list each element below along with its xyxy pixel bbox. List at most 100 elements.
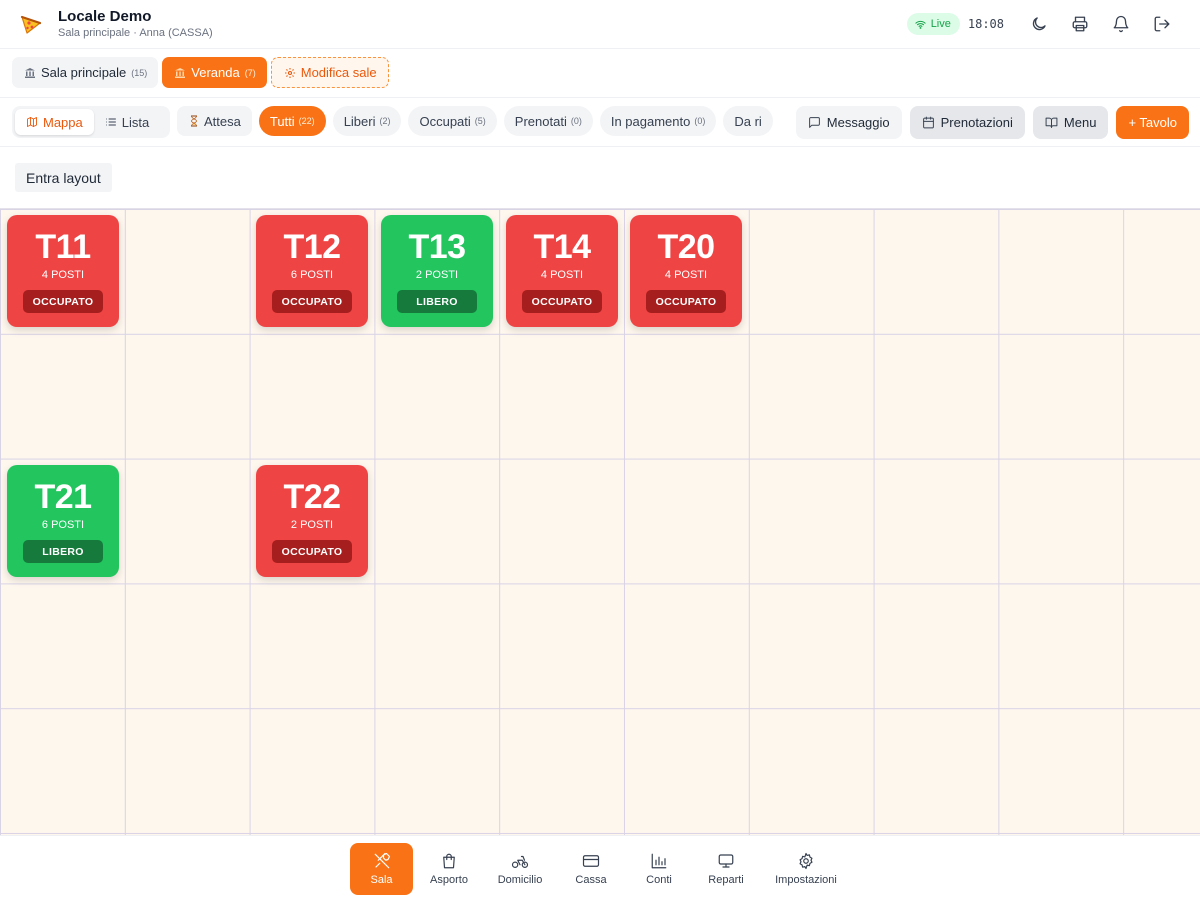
wifi-icon (915, 20, 926, 29)
list-view-button[interactable]: Lista (94, 109, 160, 135)
table-seats: 2 POSTI (290, 519, 334, 531)
filter-label: Occupati (419, 113, 471, 129)
add-table-button[interactable]: + Tavolo (1116, 106, 1189, 139)
live-label: Live (930, 18, 951, 30)
room-tab-veranda[interactable]: Veranda (7) (162, 57, 267, 88)
table-seats: 4 POSTI (664, 269, 708, 281)
nav-item-asporto[interactable]: Asporto (420, 843, 478, 895)
bottom-nav: Sala Asporto Domicilio Cassa Conti Repar… (0, 835, 1200, 900)
table-status-badge: OCCUPATO (272, 290, 352, 313)
filter-count: (2) (379, 116, 391, 126)
nav-item-sala[interactable]: Sala (350, 843, 413, 895)
map-view-label: Mappa (43, 114, 83, 130)
bell-icon (1113, 15, 1128, 33)
shopping-bag-icon (443, 853, 455, 869)
printer-icon (1072, 16, 1087, 32)
nav-item-conti[interactable]: Conti (634, 843, 684, 895)
status-filters: Attesa Tutti (22) Liberi (2) Occupati (5… (177, 106, 789, 138)
table-status-badge: OCCUPATO (522, 290, 602, 313)
table-seats: 6 POSTI (290, 269, 334, 281)
pizza-logo-icon (18, 11, 44, 37)
table-name: T14 (533, 228, 591, 266)
reservations-button[interactable]: Prenotazioni (909, 106, 1025, 139)
notifications-button[interactable] (1100, 4, 1141, 45)
nav-item-impostazioni[interactable]: Impostazioni (768, 843, 844, 895)
filter-chip-in-pagamento[interactable]: In pagamento (0) (599, 106, 717, 136)
filter-label: In pagamento (610, 113, 691, 129)
filter-label: Liberi (343, 113, 376, 129)
table-seats: 2 POSTI (415, 269, 459, 281)
table-name: T11 (35, 228, 91, 266)
filter-chip-tutti[interactable]: Tutti (22) (258, 106, 326, 136)
filter-chip-prenotati[interactable]: Prenotati (0) (503, 106, 593, 136)
nav-item-domicilio[interactable]: Domicilio (490, 843, 550, 895)
message-label: Messaggio (826, 115, 890, 130)
table-card-t12[interactable]: T12 6 POSTI OCCUPATO (256, 215, 368, 327)
wait-filter-button[interactable]: Attesa (177, 106, 252, 136)
print-button[interactable] (1059, 4, 1100, 45)
table-card-t20[interactable]: T20 4 POSTI OCCUPATO (630, 215, 742, 327)
app-title: Locale Demo (58, 7, 152, 25)
building-icon (175, 67, 186, 78)
table-status-badge: OCCUPATO (23, 290, 103, 313)
nav-label: Conti (646, 874, 672, 886)
moon-icon (1032, 17, 1046, 31)
table-seats: 6 POSTI (41, 519, 85, 531)
map-icon (27, 117, 37, 127)
list-view-label: Lista (121, 114, 150, 130)
credit-card-icon (582, 855, 600, 867)
message-button[interactable]: Messaggio (795, 106, 902, 139)
table-name: T13 (408, 228, 466, 266)
filter-toolbar: Mappa Lista Attesa Tutti (22) Liberi (2)… (0, 97, 1200, 147)
filter-count: (5) (474, 116, 486, 126)
nav-item-reparti[interactable]: Reparti (700, 843, 752, 895)
toolbar-actions: Messaggio Prenotazioni Menu + Tavolo (795, 106, 1189, 139)
nav-label: Sala (370, 874, 393, 886)
table-card-t14[interactable]: T14 4 POSTI OCCUPATO (506, 215, 618, 327)
reservations-label: Prenotazioni (940, 115, 1013, 130)
table-name: T12 (283, 228, 341, 266)
monitor-icon (718, 854, 734, 868)
logout-button[interactable] (1141, 4, 1182, 45)
filter-label: Tutti (269, 113, 295, 129)
table-status-badge: LIBERO (397, 290, 477, 313)
table-status-badge: LIBERO (23, 540, 103, 563)
filter-chip-liberi[interactable]: Liberi (2) (332, 106, 402, 136)
bike-icon (511, 855, 529, 868)
utensils-icon (374, 852, 390, 869)
filter-count: (0) (694, 116, 706, 126)
filter-chip-da-ri[interactable]: Da ri (723, 106, 773, 136)
room-label: Sala principale (41, 65, 127, 80)
view-toggle: Mappa Lista (12, 106, 170, 138)
nav-label: Domicilio (497, 874, 543, 886)
room-tab-sala-principale[interactable]: Sala principale (15) (12, 57, 159, 88)
nav-item-cassa[interactable]: Cassa (566, 843, 616, 895)
list-icon (105, 118, 116, 126)
rooms-bar: Sala principale (15) Veranda (7) Modific… (12, 57, 389, 89)
nav-label: Reparti (708, 874, 744, 886)
room-label: Veranda (191, 65, 240, 80)
map-view-button[interactable]: Mappa (15, 109, 94, 135)
live-badge: Live (906, 13, 960, 35)
table-card-t13[interactable]: T13 2 POSTI LIBERO (381, 215, 493, 327)
table-card-t21[interactable]: T21 6 POSTI LIBERO (7, 465, 119, 577)
clock: 18:08 (967, 17, 1004, 31)
edit-rooms-label: Modifica sale (300, 65, 377, 80)
gear-icon (284, 67, 295, 78)
room-count: (15) (131, 67, 148, 78)
message-icon (808, 117, 820, 128)
enter-layout-button[interactable]: Entra layout (15, 163, 112, 192)
edit-rooms-button[interactable]: Modifica sale (270, 57, 389, 88)
nav-label: Asporto (430, 874, 468, 886)
building-icon (25, 67, 35, 78)
filter-label: Prenotati (514, 113, 567, 129)
filter-count: (0) (570, 116, 582, 126)
table-name: T22 (283, 478, 341, 516)
table-seats: 4 POSTI (41, 269, 85, 281)
menu-button[interactable]: Menu (1032, 106, 1109, 139)
app-subtitle: Sala principale · Anna (CASSA) (58, 26, 213, 39)
filter-chip-occupati[interactable]: Occupati (5) (408, 106, 497, 136)
dark-mode-button[interactable] (1018, 4, 1059, 45)
table-card-t11[interactable]: T11 4 POSTI OCCUPATO (7, 215, 119, 327)
table-card-t22[interactable]: T22 2 POSTI OCCUPATO (256, 465, 368, 577)
